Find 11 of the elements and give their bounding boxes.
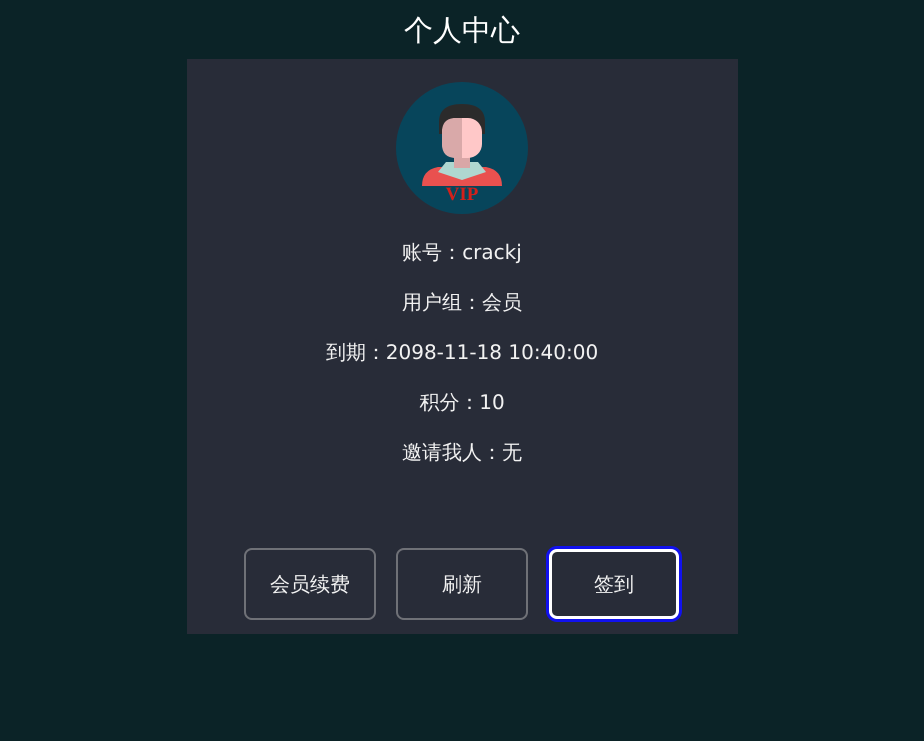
avatar-icon xyxy=(396,82,528,214)
info-line: 到期：2098-11-18 10:40:00 xyxy=(326,339,598,366)
page-title: 个人中心 xyxy=(404,12,520,49)
vip-label: VIP xyxy=(446,185,478,204)
info-line: 账号：crackj xyxy=(402,239,522,266)
info-line: 积分：10 xyxy=(419,389,505,416)
action-button[interactable]: 会员续费 xyxy=(244,548,376,620)
action-button[interactable]: 签到 xyxy=(548,548,680,620)
info-line: 邀请我人：无 xyxy=(402,439,522,466)
action-button[interactable]: 刷新 xyxy=(396,548,528,620)
info-line: 用户组：会员 xyxy=(402,289,522,316)
